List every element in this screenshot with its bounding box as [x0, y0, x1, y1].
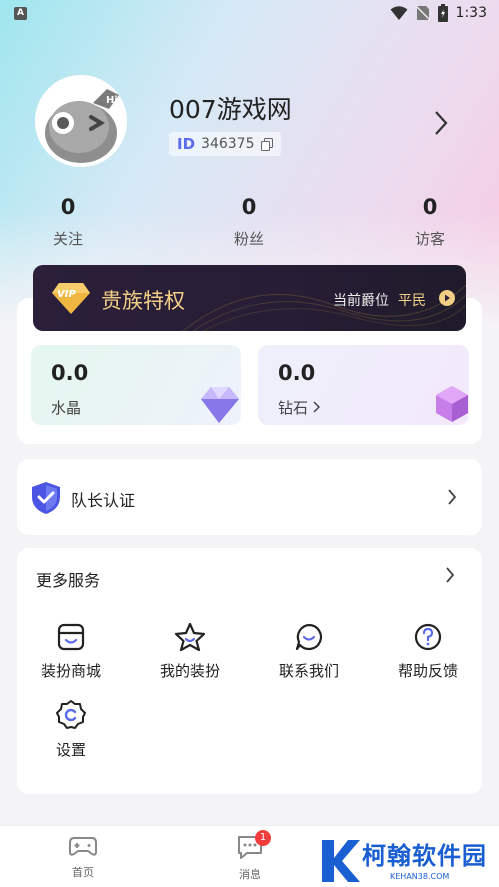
- crystal-wallet[interactable]: 0.0 水晶: [31, 345, 241, 425]
- shop-icon: [57, 623, 85, 651]
- no-sim-icon: [415, 5, 430, 21]
- nav-messages[interactable]: 1 消息: [210, 830, 290, 882]
- diamond-chevron-icon: [313, 401, 320, 413]
- stat-fans[interactable]: 0 粉丝: [209, 195, 289, 249]
- stat-following-label: 关注: [52, 230, 83, 248]
- notification-icon: A: [14, 7, 27, 20]
- crystal-value: 0.0: [51, 361, 89, 385]
- copy-icon[interactable]: [260, 137, 273, 151]
- crystal-icon: [201, 387, 239, 423]
- settings-icon: [56, 700, 86, 729]
- nav-messages-label: 消息: [239, 868, 261, 881]
- service-help-feedback-label: 帮助反馈: [397, 662, 458, 680]
- star-icon: [174, 622, 206, 652]
- more-services-card: 更多服务 装扮商城 我的装扮 联系我们 帮助反馈 设置: [17, 548, 482, 794]
- diamond-label: 钻石: [278, 397, 320, 418]
- chat-icon: [295, 623, 323, 651]
- chevron-right-icon: [448, 489, 457, 505]
- profile-chevron-right-icon[interactable]: [432, 110, 450, 136]
- service-my-outfits[interactable]: 我的装扮: [140, 622, 240, 681]
- shield-check-icon: [32, 482, 60, 514]
- watermark-logo-icon: [322, 840, 360, 882]
- svg-text:Hi: Hi: [106, 95, 118, 106]
- nav-home-label: 首页: [72, 866, 94, 879]
- captain-verification-label: 队长认证: [71, 491, 136, 510]
- stat-following-count: 0: [60, 195, 76, 219]
- stat-fans-count: 0: [241, 195, 257, 219]
- username: 007游戏网: [169, 95, 292, 124]
- more-services-title: 更多服务: [36, 571, 101, 590]
- gamepad-icon: [69, 837, 97, 856]
- diamond-wallet[interactable]: 0.0 钻石: [258, 345, 469, 425]
- service-contact-us[interactable]: 联系我们: [259, 622, 359, 681]
- service-shop[interactable]: 装扮商城: [21, 622, 121, 681]
- captain-verification-row[interactable]: 队长认证: [17, 459, 482, 535]
- service-settings-label: 设置: [55, 741, 86, 759]
- service-settings[interactable]: 设置: [21, 699, 121, 760]
- avatar-mascot-icon: Hi: [35, 75, 127, 167]
- stat-visitors-count: 0: [422, 195, 438, 219]
- stat-visitors[interactable]: 0 访客: [390, 195, 470, 249]
- message-badge: 1: [255, 830, 271, 846]
- wifi-icon: [390, 6, 408, 20]
- status-bar: A 1:33: [0, 0, 499, 28]
- vip-play-icon[interactable]: [439, 290, 455, 306]
- stat-fans-label: 粉丝: [233, 230, 264, 248]
- watermark-text: 柯翰软件园: [362, 842, 487, 870]
- vip-rank-label: 当前爵位: [333, 293, 389, 309]
- stat-visitors-label: 访客: [414, 230, 445, 248]
- id-value: 346375: [201, 136, 255, 152]
- crystal-label: 水晶: [51, 399, 82, 417]
- clock: 1:33: [455, 5, 487, 21]
- service-my-outfits-label: 我的装扮: [159, 662, 220, 680]
- vip-title: 贵族特权: [101, 289, 185, 313]
- service-help-feedback[interactable]: 帮助反馈: [378, 622, 478, 681]
- vip-badge-text: VIP: [57, 289, 76, 300]
- stat-following[interactable]: 0 关注: [28, 195, 108, 249]
- watermark-sub: KEHAN38.COM: [390, 872, 450, 881]
- watermark: 柯翰软件园 KEHAN38.COM: [318, 832, 499, 887]
- battery-icon: [437, 4, 448, 22]
- id-label: ID: [177, 135, 196, 153]
- vip-banner[interactable]: VIP 贵族特权 当前爵位 平民: [33, 265, 466, 331]
- avatar[interactable]: Hi: [35, 75, 127, 167]
- help-icon: [414, 623, 442, 651]
- diamond-gem-icon: [436, 386, 468, 422]
- more-services-chevron-icon[interactable]: [445, 567, 455, 583]
- service-shop-label: 装扮商城: [40, 662, 101, 680]
- diamond-value: 0.0: [278, 361, 316, 385]
- nav-home[interactable]: 首页: [43, 834, 123, 880]
- user-id-tag[interactable]: ID 346375: [169, 132, 281, 156]
- vip-rank-value: 平民: [398, 293, 426, 309]
- service-contact-us-label: 联系我们: [278, 662, 339, 680]
